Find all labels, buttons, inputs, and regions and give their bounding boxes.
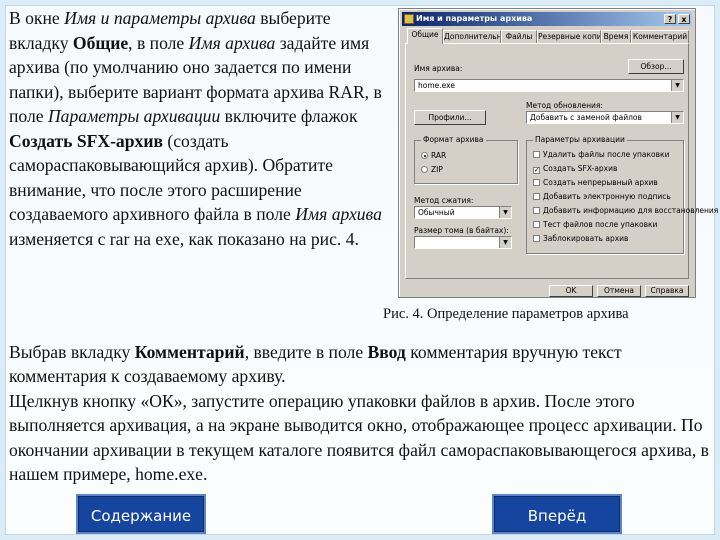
- param-label: Тест файлов после упаковки: [543, 220, 658, 229]
- params-group: Параметры архивации Удалить файлы после …: [526, 135, 718, 254]
- tab-backup[interactable]: Резервные копии: [537, 30, 601, 43]
- paragraph-body: Выбрав вкладку Комментарий, введите в по…: [9, 340, 714, 486]
- bold-term: Ввод: [367, 342, 406, 362]
- dialog-title: Имя и параметры архива: [416, 14, 533, 23]
- bold-term: Создать SFX-архив: [9, 130, 163, 151]
- text-run: , в поле: [128, 32, 189, 53]
- format-group-label: Формат архива: [421, 135, 486, 144]
- text-run: изменяется с rar на exe, как показано на…: [9, 228, 359, 249]
- contents-button[interactable]: Содержание: [76, 494, 206, 534]
- italic-term: Имя и параметры архива: [64, 8, 256, 28]
- checkbox-icon: [533, 221, 540, 228]
- format-group: Формат архива RAR ZIP: [414, 135, 518, 184]
- chevron-down-icon[interactable]: ▼: [499, 207, 511, 218]
- param-checkbox-sfx[interactable]: ✓ Создать SFX-архив: [533, 164, 617, 174]
- bold-term: Общие: [72, 32, 129, 53]
- text-run: включите флажок: [220, 106, 358, 126]
- volume-size-label: Размер тома (в байтах):: [414, 226, 509, 235]
- tab-general[interactable]: Общие: [407, 28, 443, 44]
- help-button[interactable]: ?: [664, 14, 676, 24]
- compression-value: Обычный: [418, 208, 455, 217]
- archive-name-value: home.exe: [418, 81, 455, 90]
- bold-term: Комментарий: [134, 342, 245, 362]
- italic-term: Имя архива: [188, 32, 276, 53]
- next-button[interactable]: Вперёд: [492, 494, 622, 534]
- checkbox-icon: [533, 179, 540, 186]
- checkbox-checked-icon: ✓: [533, 166, 540, 174]
- tab-time[interactable]: Время: [601, 30, 631, 43]
- paragraph-ok: Щелкнув кнопку «ОК», запустите операцию …: [9, 390, 709, 485]
- volume-size-select[interactable]: ▼: [414, 236, 512, 249]
- compression-label: Метод сжатия:: [414, 196, 474, 205]
- paragraph-instructions: В окне Имя и параметры архива выберите в…: [9, 6, 384, 251]
- paragraph-comment: Выбрав вкладку Комментарий, введите в по…: [9, 340, 714, 389]
- archive-name-input[interactable]: home.exe ▼: [414, 79, 684, 92]
- help-footer-button[interactable]: Справка: [645, 285, 689, 297]
- param-checkbox[interactable]: Добавить электронную подпись: [533, 192, 671, 201]
- tab-comment[interactable]: Комментарий: [631, 30, 689, 43]
- compression-select[interactable]: Обычный ▼: [414, 206, 512, 219]
- radio-icon: [421, 166, 428, 173]
- chevron-down-icon[interactable]: ▼: [671, 112, 683, 123]
- update-method-label: Метод обновления:: [526, 101, 603, 110]
- checkbox-icon: [533, 193, 540, 200]
- winrar-icon: [404, 14, 414, 24]
- italic-term: Имя архива: [295, 204, 382, 224]
- param-checkbox[interactable]: Заблокировать архив: [533, 234, 628, 243]
- param-label: Создать SFX-архив: [543, 164, 618, 173]
- format-zip-label: ZIP: [431, 165, 443, 174]
- param-checkbox[interactable]: Удалить файлы после упаковки: [533, 150, 669, 159]
- text-run: , введите в поле: [244, 342, 368, 362]
- tab-files[interactable]: Файлы: [501, 30, 537, 43]
- param-checkbox[interactable]: Создать непрерывный архив: [533, 178, 658, 187]
- checkbox-icon: [533, 151, 540, 158]
- cancel-button[interactable]: Отмена: [597, 285, 641, 297]
- params-group-label: Параметры архивации: [533, 135, 627, 144]
- update-method-value: Добавить с заменой файлов: [530, 113, 642, 122]
- dialog-tabs: Общие Дополнительно Файлы Резервные копи…: [407, 28, 689, 44]
- format-rar-label: RAR: [431, 151, 447, 160]
- text-run: Выбрав вкладку: [9, 342, 135, 362]
- format-rar-radio[interactable]: RAR: [421, 151, 446, 160]
- chevron-down-icon[interactable]: ▼: [671, 80, 683, 91]
- param-checkbox[interactable]: Добавить информацию для восстановления: [533, 206, 718, 215]
- dialog-buttons: OK Отмена Справка: [399, 285, 695, 297]
- general-panel: Имя архива: Обзор... home.exe ▼ Метод обн…: [405, 43, 718, 279]
- close-button[interactable]: x: [678, 14, 690, 24]
- tab-advanced[interactable]: Дополнительно: [443, 30, 501, 43]
- ok-button[interactable]: OK: [549, 285, 593, 297]
- profiles-button[interactable]: Профили...: [414, 110, 486, 125]
- archive-name-label: Имя архива:: [414, 64, 463, 73]
- browse-button[interactable]: Обзор...: [628, 59, 684, 74]
- chevron-down-icon[interactable]: ▼: [499, 237, 511, 248]
- param-label: Добавить информацию для восстановления: [543, 206, 719, 215]
- format-zip-radio[interactable]: ZIP: [421, 165, 443, 174]
- dialog-titlebar: Имя и параметры архива ? x: [402, 12, 692, 26]
- param-label: Добавить электронную подпись: [543, 192, 671, 201]
- italic-term: Параметры архивации: [47, 106, 221, 126]
- param-checkbox[interactable]: Тест файлов после упаковки: [533, 220, 657, 229]
- figure-caption: Рис. 4. Определение параметров архива: [383, 306, 629, 322]
- radio-selected-icon: [421, 152, 428, 159]
- update-method-select[interactable]: Добавить с заменой файлов ▼: [526, 111, 684, 124]
- param-label: Создать непрерывный архив: [543, 178, 658, 187]
- text-run: В окне: [9, 8, 65, 28]
- checkbox-icon: [533, 207, 540, 214]
- checkbox-icon: [533, 235, 540, 242]
- archive-dialog-figure: Имя и параметры архива ? x Общие Дополни…: [398, 8, 718, 298]
- param-label: Удалить файлы после упаковки: [543, 150, 670, 159]
- param-label: Заблокировать архив: [543, 234, 629, 243]
